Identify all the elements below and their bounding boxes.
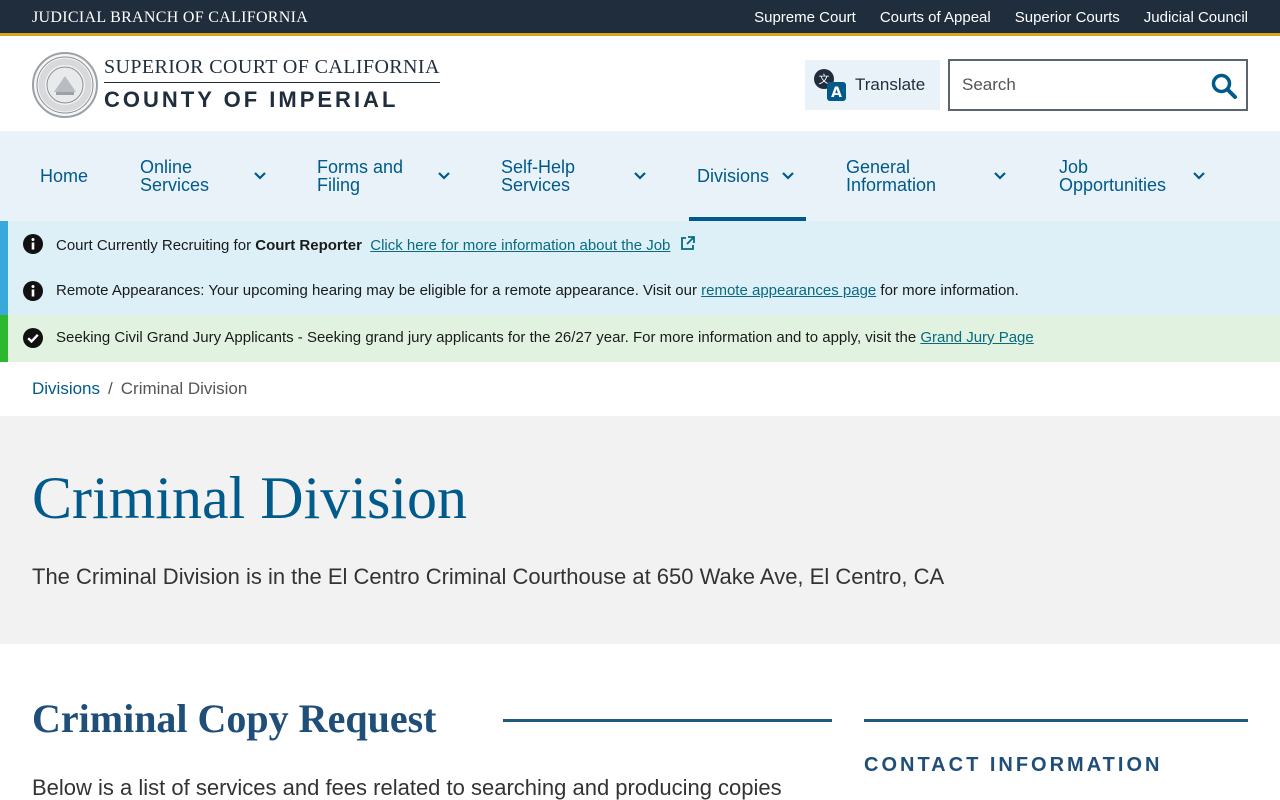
court-name-line1: SUPERIOR COURT OF CALIFORNIA [104, 56, 440, 83]
nav-job-opportunities[interactable]: Job Opportunities [1059, 131, 1219, 221]
nav-divisions[interactable]: Divisions [689, 131, 806, 221]
section-title-rule [503, 719, 832, 722]
section-title-criminal-copy-request: Criminal Copy Request [32, 696, 437, 741]
contact-information-heading: CONTACT INFORMATION [864, 754, 1163, 776]
search-box [948, 59, 1248, 111]
court-name-line2: COUNTY OF IMPERIAL [104, 87, 399, 112]
contact-rule [864, 719, 1248, 722]
grand-jury-page-link[interactable]: Grand Jury Page [920, 329, 1033, 346]
judicial-branch-brand[interactable]: JUDICIAL BRANCH OF CALIFORNIA [32, 9, 308, 27]
search-icon[interactable] [1210, 72, 1238, 100]
top-bar: JUDICIAL BRANCH OF CALIFORNIA Supreme Co… [0, 0, 1280, 36]
main-nav: Home Online Services Forms and Filing Se… [0, 131, 1280, 221]
top-links: Supreme Court Courts of Appeal Superior … [754, 9, 1248, 26]
chevron-down-icon [634, 172, 646, 180]
chevron-down-icon [994, 172, 1006, 180]
translate-icon: 文 A [813, 68, 847, 102]
alert-grand-jury-text: Seeking Civil Grand Jury Applicants - Se… [56, 329, 1034, 346]
alert-grand-jury-body: Seeking Civil Grand Jury Applicants - Se… [56, 329, 921, 346]
breadcrumb-current: Criminal Division [120, 379, 248, 398]
alert-recruiting-role: Court Reporter [255, 237, 362, 254]
check-circle-icon [23, 328, 43, 348]
nav-online-services[interactable]: Online Services [140, 131, 270, 221]
alert-remote-body: Remote Appearances: Your upcoming hearin… [56, 282, 702, 299]
section-body-text: Below is a list of services and fees rel… [32, 775, 782, 800]
chevron-down-icon [254, 172, 266, 180]
top-link-judicial-council[interactable]: Judicial Council [1144, 9, 1248, 26]
alert-remote-suffix: for more information. [876, 282, 1019, 299]
nav-job-opportunities-label: Job Opportunities [1059, 157, 1167, 195]
page-title: Criminal Division [32, 465, 467, 531]
nav-general-information[interactable]: General Information [846, 131, 1016, 221]
breadcrumb: Divisions / Criminal Division [32, 379, 247, 399]
nav-online-services-label: Online Services [140, 157, 210, 195]
translate-button[interactable]: 文 A Translate [805, 60, 940, 110]
job-info-link[interactable]: Click here for more information about th… [370, 237, 670, 254]
court-seal-logo[interactable] [32, 52, 98, 118]
alert-remote-appearances: Remote Appearances: Your upcoming hearin… [0, 268, 1280, 315]
chevron-down-icon [438, 172, 450, 180]
nav-forms-and-filing-label: Forms and Filing [317, 157, 404, 195]
info-icon [23, 234, 43, 254]
nav-general-information-label: General Information [846, 157, 937, 195]
alert-recruiting-prefix: Court Currently Recruiting for [56, 237, 256, 254]
breadcrumb-divisions[interactable]: Divisions [32, 379, 100, 398]
alert-remote-text: Remote Appearances: Your upcoming hearin… [56, 282, 1019, 299]
nav-forms-and-filing[interactable]: Forms and Filing [317, 131, 457, 221]
svg-text:A: A [831, 85, 842, 101]
breadcrumb-separator: / [108, 379, 113, 398]
top-link-supreme-court[interactable]: Supreme Court [754, 9, 856, 26]
nav-self-help-services-label: Self-Help Services [501, 157, 576, 195]
chevron-down-icon [782, 172, 794, 180]
nav-home-label: Home [40, 166, 89, 186]
chevron-down-icon [1193, 172, 1205, 180]
nav-self-help-services[interactable]: Self-Help Services [501, 131, 651, 221]
top-link-courts-of-appeal[interactable]: Courts of Appeal [880, 9, 991, 26]
alert-recruiting-text: Court Currently Recruiting for Court Rep… [56, 235, 696, 254]
external-link-icon [680, 236, 695, 250]
alert-grand-jury: Seeking Civil Grand Jury Applicants - Se… [0, 315, 1280, 362]
search-input[interactable] [950, 61, 1190, 109]
info-icon [23, 281, 43, 301]
nav-home[interactable]: Home [40, 131, 88, 221]
translate-label: Translate [855, 75, 926, 94]
site-header: SUPERIOR COURT OF CALIFORNIA COUNTY OF I… [0, 39, 1280, 131]
alert-recruiting: Court Currently Recruiting for Court Rep… [0, 221, 1280, 268]
page-description: The Criminal Division is in the El Centr… [32, 564, 945, 589]
top-link-superior-courts[interactable]: Superior Courts [1015, 9, 1120, 26]
nav-divisions-label: Divisions [697, 166, 770, 186]
remote-appearances-link[interactable]: remote appearances page [701, 282, 876, 299]
court-name[interactable]: SUPERIOR COURT OF CALIFORNIA COUNTY OF I… [104, 56, 440, 113]
page-hero: Criminal Division The Criminal Division … [0, 416, 1280, 644]
